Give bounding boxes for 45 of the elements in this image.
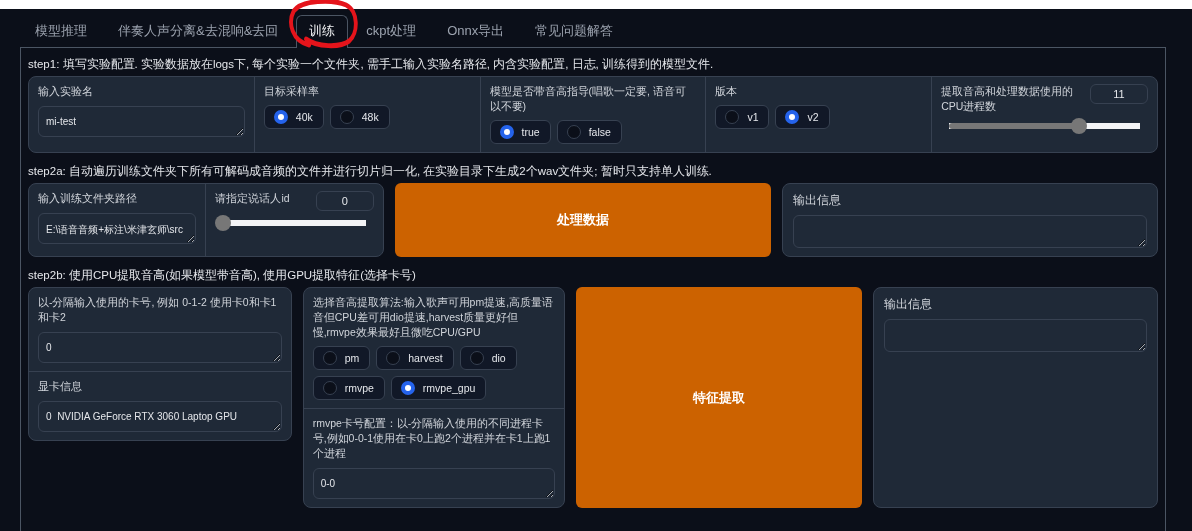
text-field[interactable]: 0 bbox=[38, 332, 282, 363]
field-label: 模型是否带音高指导(唱歌一定要, 语音可以不要) bbox=[489, 84, 687, 114]
field-label: 显卡信息 bbox=[38, 379, 83, 394]
radio-option[interactable]: false bbox=[556, 120, 622, 144]
action-button[interactable]: 特征提取 bbox=[576, 287, 863, 508]
text-field[interactable]: mi-test bbox=[38, 106, 245, 137]
field-label: 版本 bbox=[715, 84, 739, 99]
step-title: step2b: 使用CPU提取音高(如果模型带音高), 使用GPU提取特征(选择卡号) bbox=[28, 268, 417, 283]
radio-option[interactable]: dio bbox=[459, 346, 517, 370]
slider-thumb[interactable] bbox=[1070, 118, 1087, 134]
number-field[interactable]: 11 bbox=[1090, 84, 1148, 104]
radio-option[interactable]: 40k bbox=[263, 105, 324, 129]
step-title: step2a: 自动遍历训练文件夹下所有可解码成音频的文件并进行切片归一化, 在实验目录下生成2个wav文件夹; 暂时只支持单人训练. bbox=[28, 164, 713, 179]
tab[interactable]: 伴奏人声分离&去混响&去回 bbox=[105, 15, 292, 47]
radio-option[interactable]: rmvpe_gpu bbox=[390, 376, 487, 400]
action-button[interactable]: 处理数据 bbox=[394, 183, 772, 257]
field-label: 输出信息 bbox=[793, 193, 843, 208]
output-field[interactable] bbox=[884, 319, 1147, 352]
tab[interactable]: ckpt处理 bbox=[353, 15, 430, 47]
slider-thumb[interactable] bbox=[215, 215, 232, 231]
field-label: 提取音高和处理数据使用的CPU进程数 bbox=[941, 84, 1075, 114]
radio-option[interactable]: rmvpe bbox=[312, 376, 385, 400]
field-label: rmvpe卡号配置：以-分隔输入使用的不同进程卡号,例如0-0-1使用在卡0上跑2个进程并在卡1上跑1个进程 bbox=[312, 416, 552, 461]
text-field[interactable]: 0-0 bbox=[312, 468, 556, 499]
output-field[interactable] bbox=[793, 215, 1147, 248]
field-label: 请指定说话人id bbox=[215, 191, 290, 206]
radio-option[interactable]: 48k bbox=[329, 105, 390, 129]
radio-option[interactable]: harvest bbox=[376, 346, 454, 370]
step-title: step1: 填写实验配置. 实验数据放在logs下, 每个实验一个文件夹, 需手工输入实验名路径, 内含实验配置, 日志, 训练得到的模型文件. bbox=[28, 57, 715, 72]
field-label: 选择音高提取算法:输入歌声可用pm提速,高质量语音但CPU差可用dio提速,harvest质量更好但慢,rmvpe效果最好且微吃CPU/GPU bbox=[312, 295, 555, 340]
field-label: 输入训练文件夹路径 bbox=[38, 191, 138, 206]
field-label: 输出信息 bbox=[884, 297, 934, 312]
field-label: 目标采样率 bbox=[263, 84, 320, 99]
radio-option[interactable]: v1 bbox=[715, 105, 770, 129]
text-field[interactable]: 0 NVIDIA GeForce RTX 3060 Laptop GPU bbox=[38, 401, 282, 432]
tab[interactable]: Onnx导出 bbox=[434, 15, 518, 47]
radio-option[interactable]: v2 bbox=[775, 105, 830, 129]
number-field[interactable]: 0 bbox=[315, 191, 374, 211]
tab[interactable]: 常见问题解答 bbox=[522, 15, 627, 47]
field-label: 以-分隔输入使用的卡号, 例如 0-1-2 使用卡0和卡1和卡2 bbox=[38, 295, 278, 325]
tab[interactable]: 模型推理 bbox=[22, 15, 100, 47]
text-field[interactable]: E:\语音音频+标注\米津玄师\src bbox=[38, 213, 197, 244]
radio-option[interactable]: pm bbox=[312, 346, 371, 370]
field-label: 输入实验名 bbox=[38, 84, 94, 99]
radio-option[interactable]: true bbox=[489, 120, 551, 144]
